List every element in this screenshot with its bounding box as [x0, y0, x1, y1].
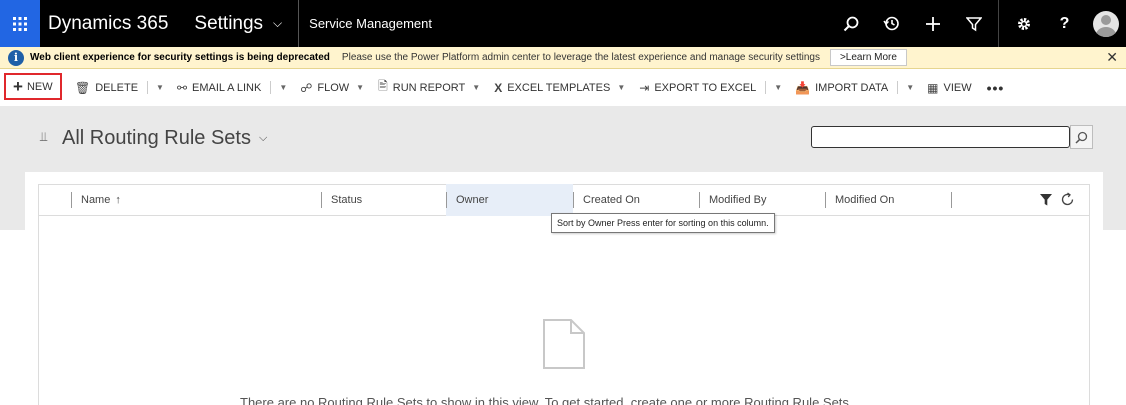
export-excel-button[interactable]: ⇥ EXPORT TO EXCEL [632, 76, 763, 100]
empty-state-message: There are no Routing Rule Sets to show i… [240, 395, 853, 405]
excel-icon: X [494, 80, 503, 95]
report-icon: 🖹 [378, 79, 388, 93]
column-divider [446, 192, 447, 208]
column-label: Owner [456, 194, 489, 206]
column-divider [71, 192, 72, 208]
export-icon: ⇥ [639, 80, 650, 95]
column-divider [321, 192, 322, 208]
help-question-icon[interactable]: ? [1044, 0, 1085, 47]
chevron-down-icon: ▼ [356, 83, 365, 92]
sort-ascending-icon: ↑ [115, 194, 121, 206]
column-header-created-on[interactable]: Created On [573, 184, 699, 216]
column-label: Created On [583, 194, 640, 206]
chevron-down-icon: ⌵ [273, 16, 283, 30]
grid-tools [1040, 192, 1083, 212]
breadcrumb[interactable]: Service Management [309, 16, 432, 31]
divider [147, 81, 149, 94]
run-report-label: RUN REPORT [392, 81, 466, 94]
column-label: Status [331, 194, 363, 206]
flow-icon: ☍ [300, 80, 313, 95]
recent-history-icon[interactable] [871, 0, 912, 47]
user-avatar[interactable] [1085, 0, 1126, 47]
column-header-modified-by[interactable]: Modified By [699, 184, 825, 216]
app-name[interactable]: Dynamics 365 [48, 13, 168, 35]
excel-templates-label: EXCEL TEMPLATES [507, 81, 611, 94]
deprecation-banner: i Web client experience for security set… [0, 47, 1126, 69]
import-icon: 📥 [795, 80, 811, 95]
export-menu-caret-icon[interactable]: ▼ [774, 83, 782, 92]
learn-more-button[interactable]: >Learn More [829, 49, 907, 66]
trash-icon: 🗑 [75, 80, 91, 95]
import-data-button[interactable]: 📥 IMPORT DATA [788, 76, 895, 100]
column-label: Modified On [835, 194, 895, 206]
search-input[interactable] [811, 126, 1070, 148]
new-label: NEW [26, 80, 53, 93]
view-grid-icon: ▦ [927, 80, 939, 95]
banner-message: Please use the Power Platform admin cent… [341, 52, 820, 63]
chevron-down-icon: ▼ [472, 83, 481, 92]
advanced-find-filter-icon[interactable] [953, 0, 994, 47]
delete-button[interactable]: 🗑 DELETE [68, 76, 145, 100]
column-header-name[interactable]: Name ↑ [71, 184, 321, 216]
search-button[interactable] [1070, 125, 1093, 149]
view-button[interactable]: ▦ VIEW [920, 76, 978, 100]
delete-label: DELETE [95, 81, 139, 94]
import-menu-caret-icon[interactable]: ▼ [906, 83, 914, 92]
divider [897, 81, 899, 94]
top-right-icons: ? [830, 0, 1126, 47]
email-link-label: EMAIL A LINK [192, 81, 262, 94]
column-header-status[interactable]: Status [321, 184, 446, 216]
info-icon: i [8, 49, 24, 66]
pin-icon[interactable]: ⫫ [40, 129, 47, 145]
view-selector[interactable]: All Routing Rule Sets ⌵ [62, 127, 267, 150]
column-divider [825, 192, 826, 208]
close-icon[interactable]: ✕ [1106, 49, 1118, 66]
search-icon [1075, 131, 1088, 144]
top-nav-bar: Dynamics 365 Settings ⌵ Service Manageme… [0, 0, 1126, 47]
new-button[interactable]: + NEW [4, 73, 62, 100]
sort-tooltip: Sort by Owner Press enter for sorting on… [551, 213, 775, 233]
refresh-icon[interactable] [1060, 192, 1075, 212]
avatar [1092, 10, 1119, 37]
app-launcher-waffle-icon[interactable] [0, 0, 40, 47]
import-data-label: IMPORT DATA [815, 81, 889, 94]
view-label: VIEW [943, 81, 972, 94]
column-label: Modified By [709, 194, 767, 206]
email-link-button[interactable]: ⚯ EMAIL A LINK [170, 76, 268, 100]
nav-divider [298, 0, 300, 47]
column-header-modified-on[interactable]: Modified On [825, 184, 951, 216]
grid-header: Name ↑ Status Owner Created On Modified … [38, 184, 1090, 216]
plus-icon: + [13, 76, 23, 96]
email-menu-caret-icon[interactable]: ▼ [279, 83, 287, 92]
column-divider [573, 192, 574, 208]
search-icon[interactable] [830, 0, 871, 47]
run-report-button[interactable]: 🖹 RUN REPORT ▼ [371, 76, 487, 100]
link-icon: ⚯ [176, 80, 188, 95]
icon-divider [998, 0, 999, 47]
gear-icon[interactable] [1003, 0, 1044, 47]
export-excel-label: EXPORT TO EXCEL [654, 81, 757, 94]
command-bar: + NEW 🗑 DELETE ▼ ⚯ EMAIL A LINK ▼ ☍ FLOW… [0, 69, 1126, 106]
page-title: All Routing Rule Sets [62, 127, 251, 149]
column-header-end [951, 184, 961, 216]
area-selector[interactable]: Settings ⌵ [194, 13, 282, 35]
column-divider [699, 192, 700, 208]
delete-menu-caret-icon[interactable]: ▼ [156, 83, 164, 92]
divider [270, 81, 272, 94]
column-divider [951, 192, 952, 208]
chevron-down-icon: ▼ [617, 83, 626, 92]
plus-create-icon[interactable] [912, 0, 953, 47]
banner-title: Web client experience for security setti… [30, 52, 330, 63]
flow-button[interactable]: ☍ FLOW ▼ [293, 76, 371, 100]
area-label: Settings [194, 12, 264, 34]
divider [765, 81, 767, 94]
empty-document-icon [543, 319, 585, 374]
filter-icon[interactable] [1040, 193, 1052, 211]
more-commands-icon[interactable]: ••• [979, 80, 1013, 96]
flow-label: FLOW [317, 81, 350, 94]
excel-templates-button[interactable]: X EXCEL TEMPLATES ▼ [487, 76, 632, 100]
chevron-down-icon: ⌵ [258, 132, 268, 144]
column-label: Name [81, 194, 111, 206]
column-header-owner[interactable]: Owner [446, 184, 573, 216]
